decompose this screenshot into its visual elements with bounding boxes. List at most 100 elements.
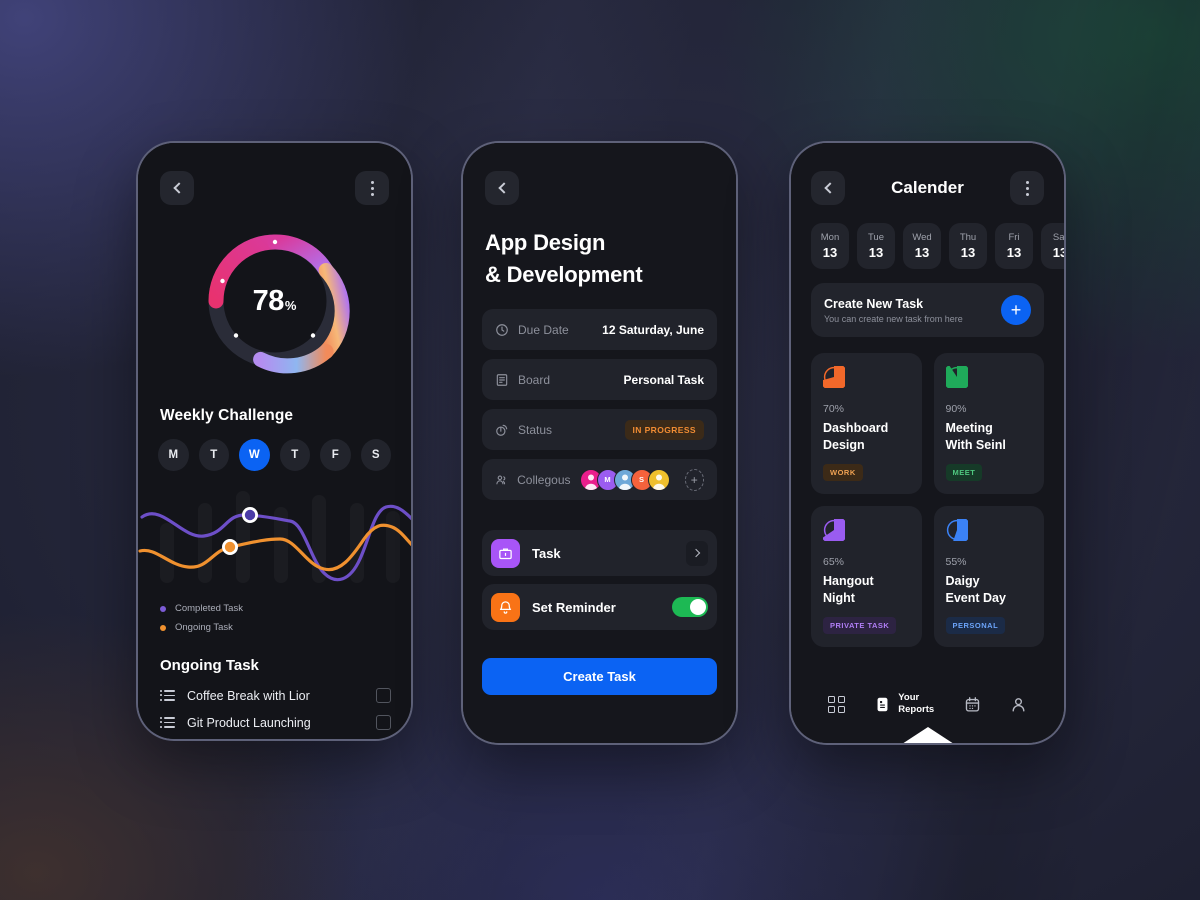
card-percent: 90% — [945, 403, 967, 415]
page-title-line2: & Development — [485, 262, 643, 288]
task-checkbox[interactable] — [376, 715, 391, 730]
card-tag: WORK — [823, 464, 863, 481]
nav-item-profile[interactable] — [1010, 696, 1027, 713]
reports-icon — [877, 697, 888, 711]
chevron-right-icon — [691, 548, 701, 558]
row-task[interactable]: Task — [482, 530, 717, 577]
row-label: Due Date — [518, 322, 569, 337]
progress-pie-icon — [819, 362, 849, 392]
progress-value: 78 — [252, 285, 285, 317]
grid-icon — [827, 695, 845, 713]
date-dow: Tue — [867, 232, 885, 243]
nav-label-line1: Your — [898, 692, 920, 704]
row-board[interactable]: Board Personal Task — [482, 359, 717, 401]
bottom-navigation: Your Reports — [791, 679, 1064, 743]
create-task-button[interactable]: Create Task — [482, 658, 717, 696]
nav-label: Your Reports — [898, 692, 934, 716]
weekday-5[interactable]: S — [360, 439, 391, 471]
card-title: Dashboard Design — [823, 420, 910, 453]
task-checkbox[interactable] — [376, 688, 391, 703]
task-row[interactable]: Coffee Break with Lior — [160, 688, 391, 703]
phone3-header: Calender — [791, 143, 1064, 205]
task-name: Coffee Break with Lior — [187, 688, 310, 703]
progress-pie-icon — [819, 515, 849, 545]
date-strip[interactable]: Mon 13 Tue 13 Wed 13 Thu 13 Fri 13 Sat 13 — [791, 205, 1064, 269]
chart-svg — [138, 504, 411, 582]
progress-pie-icon — [942, 362, 971, 392]
date-num: 13 — [822, 245, 838, 260]
kebab-menu-icon — [370, 180, 374, 196]
card-title: Daigy Event Day — [946, 573, 1033, 606]
detail-rows: Due Date 12 Saturday, June Board Persona… — [463, 291, 736, 501]
date-pill-mon[interactable]: Mon 13 — [811, 223, 849, 269]
date-num: 13 — [868, 245, 884, 260]
date-dow: Sat — [1052, 232, 1064, 243]
back-button[interactable] — [485, 171, 519, 205]
row-due-date[interactable]: Due Date 12 Saturday, June — [482, 309, 717, 351]
plus-icon[interactable]: + — [1001, 295, 1031, 325]
task-card[interactable]: 90% Meeting With Seinl MEET — [933, 353, 1044, 494]
date-dow: Fri — [1008, 232, 1020, 243]
task-card[interactable]: 55% Daigy Event Day PERSONAL — [933, 506, 1044, 647]
weekday-0[interactable]: M — [158, 439, 189, 471]
card-title-line2: Design — [823, 437, 865, 452]
date-dow: Wed — [912, 232, 932, 243]
card-title-line2: Event Day — [945, 590, 1006, 605]
phone-task-detail: App Design & Development Due Date 12 Sat… — [461, 141, 738, 745]
date-pill-tue[interactable]: Tue 13 — [857, 223, 895, 269]
phone1-header — [138, 143, 411, 205]
phone2-screen: App Design & Development Due Date 12 Sat… — [463, 143, 736, 743]
nav-item-dashboard[interactable] — [827, 695, 845, 713]
avatar-5[interactable] — [647, 468, 670, 491]
create-card-title: Create New Task — [824, 296, 924, 311]
back-button[interactable] — [811, 171, 845, 205]
task-card[interactable]: 70% Dashboard Design WORK — [811, 353, 922, 494]
weekday-3[interactable]: T — [279, 439, 310, 471]
card-tag: PRIVATE TASK — [823, 617, 897, 634]
list-icon — [160, 716, 175, 728]
task-name: Git Product Launching — [187, 715, 311, 730]
phone2-header — [463, 143, 736, 205]
phone3-screen: Calender Mon13Tue13Wed13Thu13Fri13Sat13 … — [791, 143, 1064, 743]
weekday-1[interactable]: T — [198, 439, 229, 471]
row-label: Task — [532, 545, 561, 561]
nav-item-calendar[interactable] — [964, 696, 981, 713]
chevron-left-icon — [497, 182, 510, 194]
page-title-line1: App Design — [485, 230, 606, 255]
card-title: Meeting With Seinl — [946, 420, 1033, 453]
weekday-2[interactable]: W — [239, 439, 270, 471]
row-set-reminder[interactable]: Set Reminder — [482, 584, 717, 631]
open-task-button[interactable] — [686, 540, 708, 566]
briefcase-icon — [491, 538, 520, 568]
create-new-task-card[interactable]: Create New Task You can create new task … — [811, 283, 1044, 337]
row-status[interactable]: Status IN PROGRESS — [482, 409, 717, 451]
weekday-selector[interactable]: MTWTFS — [138, 425, 411, 471]
date-num: 13 — [914, 245, 930, 260]
more-options-button[interactable] — [1010, 171, 1044, 205]
weekday-4[interactable]: F — [320, 439, 351, 471]
row-collegous[interactable]: Collegous MS + — [482, 459, 717, 501]
phone-weekly-challenge: 78 % Weekly Challenge MTWTFS Completed T… — [136, 141, 413, 741]
date-num: 13 — [1006, 245, 1022, 260]
legend-label: Completed Task — [175, 603, 243, 614]
weekly-progress-donut: 78 % — [195, 221, 355, 381]
collegous-avatars[interactable]: MS — [579, 468, 670, 491]
nav-item-reports[interactable]: Your Reports — [874, 692, 934, 716]
date-pill-fri[interactable]: Fri 13 — [995, 223, 1033, 269]
card-title-line2: Night — [823, 590, 855, 605]
date-pill-sat[interactable]: Sat 13 — [1041, 223, 1064, 269]
date-pill-wed[interactable]: Wed 13 — [903, 223, 941, 269]
date-pill-thu[interactable]: Thu 13 — [949, 223, 987, 269]
card-percent: 70% — [823, 403, 845, 415]
progress-pie-icon — [942, 515, 971, 545]
task-card-grid: 70% Dashboard Design WORK 90% Meeting With Sei… — [791, 337, 1064, 647]
back-button[interactable] — [160, 171, 194, 205]
card-percent: 55% — [945, 556, 967, 568]
more-options-button[interactable] — [355, 171, 389, 205]
add-member-button[interactable]: + — [684, 468, 704, 491]
date-num: 13 — [960, 245, 976, 260]
reminder-toggle[interactable] — [672, 597, 708, 618]
card-title-line1: Hangout — [823, 574, 874, 588]
task-card[interactable]: 65% Hangout Night PRIVATE TASK — [811, 506, 922, 647]
task-row[interactable]: Git Product Launching — [160, 715, 391, 730]
